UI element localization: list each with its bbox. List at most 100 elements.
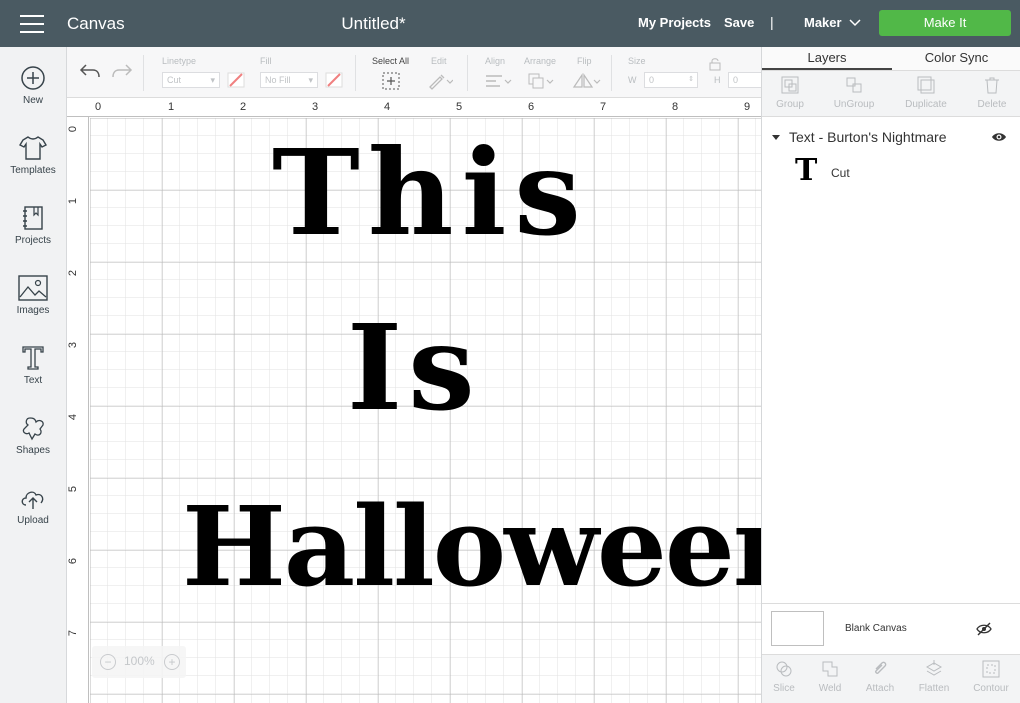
weld-button[interactable]: Weld bbox=[805, 659, 855, 694]
redo-icon[interactable] bbox=[111, 62, 133, 80]
fill-label: Fill bbox=[260, 56, 272, 66]
blank-canvas-row[interactable]: Blank Canvas bbox=[762, 603, 1020, 654]
my-projects-link[interactable]: My Projects bbox=[638, 15, 711, 30]
canvas-text-line-2[interactable]: Is bbox=[347, 298, 481, 437]
height-value: 0 bbox=[733, 75, 739, 85]
shirt-icon bbox=[19, 136, 47, 160]
nav-label: New bbox=[22, 95, 43, 106]
stepper-icon[interactable]: ⇕ bbox=[688, 73, 694, 87]
toolbar-divider bbox=[467, 55, 468, 91]
linetype-color-icon[interactable] bbox=[227, 72, 245, 88]
flatten-icon bbox=[925, 660, 943, 676]
linetype-select[interactable]: Cut ▾ bbox=[162, 72, 220, 88]
nav-label: Templates bbox=[10, 165, 56, 176]
weld-label: Weld bbox=[818, 683, 842, 694]
duplicate-icon bbox=[917, 76, 935, 94]
lock-icon[interactable] bbox=[709, 57, 721, 71]
nav-images[interactable]: Images bbox=[0, 275, 66, 341]
ruler-number: 0 bbox=[95, 101, 102, 113]
document-title[interactable]: Untitled* bbox=[0, 14, 747, 34]
size-label: Size bbox=[628, 56, 646, 66]
ruler-number: 7 bbox=[600, 101, 607, 113]
ruler-number: 5 bbox=[456, 101, 463, 113]
layer-actions: Group UnGroup Duplicate Delete bbox=[762, 71, 1020, 117]
flatten-button[interactable]: Flatten bbox=[909, 659, 959, 694]
tab-layers[interactable]: Layers bbox=[762, 47, 892, 70]
edit-tools-icon[interactable] bbox=[427, 72, 453, 90]
zoom-out-button[interactable]: − bbox=[100, 654, 116, 670]
fill-select[interactable]: No Fill ▾ bbox=[260, 72, 318, 88]
width-label: W bbox=[628, 75, 637, 85]
duplicate-label: Duplicate bbox=[905, 99, 947, 110]
toolbar-divider bbox=[355, 55, 356, 91]
ruler-number: 1 bbox=[168, 101, 175, 113]
canvas-color-swatch[interactable] bbox=[771, 611, 824, 646]
toolbar-divider bbox=[143, 55, 144, 91]
ruler-top: 0 1 2 3 4 5 6 7 8 9 bbox=[67, 98, 761, 117]
make-it-button[interactable]: Make It bbox=[879, 10, 1011, 36]
canvas-text-line-3[interactable]: Halloween bbox=[182, 482, 761, 611]
edit-toolbar: Linetype Cut ▾ Fill No Fill ▾ Select All E… bbox=[67, 47, 761, 98]
eye-hidden-icon[interactable] bbox=[976, 622, 992, 636]
layer-group-name[interactable]: Text - Burton's Nightmare bbox=[789, 129, 947, 145]
select-all-label: Select All bbox=[372, 56, 410, 66]
nav-new[interactable]: New bbox=[0, 65, 66, 131]
layers-panel: Layers Color Sync Group UnGroup Duplicat… bbox=[761, 47, 1020, 703]
top-separator: | bbox=[770, 14, 774, 30]
fill-color-icon[interactable] bbox=[325, 72, 343, 88]
collapse-caret-icon[interactable] bbox=[772, 135, 780, 140]
ruler-left: 0 1 2 3 4 5 6 7 bbox=[67, 117, 89, 703]
cloud-upload-icon bbox=[21, 491, 44, 509]
group-button[interactable]: Group bbox=[765, 75, 815, 110]
undo-icon[interactable] bbox=[79, 62, 101, 80]
caret-down-icon: ▾ bbox=[210, 75, 215, 85]
height-label: H bbox=[714, 75, 721, 85]
duplicate-button[interactable]: Duplicate bbox=[901, 75, 951, 110]
fill-value: No Fill bbox=[265, 75, 291, 85]
plus-circle-icon bbox=[21, 66, 45, 90]
layer-thumbnail[interactable]: T bbox=[795, 153, 817, 188]
layer-item-name[interactable]: Cut bbox=[831, 166, 850, 180]
nav-shapes[interactable]: Shapes bbox=[0, 415, 66, 481]
ungroup-button[interactable]: UnGroup bbox=[829, 75, 879, 110]
height-input[interactable]: 0 bbox=[728, 72, 761, 88]
weld-icon bbox=[822, 661, 838, 677]
select-all-icon[interactable] bbox=[381, 71, 401, 91]
text-icon bbox=[22, 346, 44, 370]
machine-selector[interactable]: Maker bbox=[804, 15, 842, 30]
design-canvas[interactable]: 0 1 2 3 4 5 6 7 8 9 0 1 2 3 4 5 6 7 This… bbox=[67, 98, 761, 703]
ruler-number: 6 bbox=[67, 557, 80, 565]
zoom-in-button[interactable]: + bbox=[164, 654, 180, 670]
ruler-number: 5 bbox=[67, 485, 80, 493]
attach-label: Attach bbox=[865, 683, 895, 694]
eye-icon[interactable] bbox=[991, 131, 1007, 143]
toolbar-divider bbox=[611, 55, 612, 91]
canvas-text-line-1[interactable]: This bbox=[272, 123, 589, 262]
ruler-number: 2 bbox=[67, 269, 80, 277]
nav-text[interactable]: Text bbox=[0, 345, 66, 411]
nav-label: Shapes bbox=[16, 445, 50, 456]
attach-button[interactable]: Attach bbox=[855, 659, 905, 694]
ruler-number: 7 bbox=[67, 629, 80, 637]
notebook-icon bbox=[23, 206, 43, 230]
delete-button[interactable]: Delete bbox=[967, 75, 1017, 110]
width-input[interactable]: 0 ⇕ bbox=[644, 72, 698, 88]
nav-templates[interactable]: Templates bbox=[0, 135, 66, 201]
flip-icon[interactable] bbox=[572, 72, 602, 90]
width-value: 0 bbox=[649, 75, 655, 85]
save-link[interactable]: Save bbox=[724, 15, 754, 30]
chevron-down-icon[interactable] bbox=[848, 16, 862, 30]
contour-button[interactable]: Contour bbox=[966, 659, 1016, 694]
nav-upload[interactable]: Upload bbox=[0, 485, 66, 551]
tab-color-sync[interactable]: Color Sync bbox=[892, 47, 1020, 70]
nav-projects[interactable]: Projects bbox=[0, 205, 66, 271]
arrange-icon[interactable] bbox=[527, 72, 555, 90]
edit-label: Edit bbox=[431, 56, 447, 66]
ruler-number: 3 bbox=[312, 101, 319, 113]
zoom-level: 100% bbox=[124, 654, 155, 668]
align-icon[interactable] bbox=[484, 73, 512, 89]
slice-button[interactable]: Slice bbox=[759, 659, 809, 694]
align-label: Align bbox=[485, 56, 506, 66]
nav-label: Text bbox=[23, 375, 43, 386]
ruler-number: 2 bbox=[240, 101, 247, 113]
